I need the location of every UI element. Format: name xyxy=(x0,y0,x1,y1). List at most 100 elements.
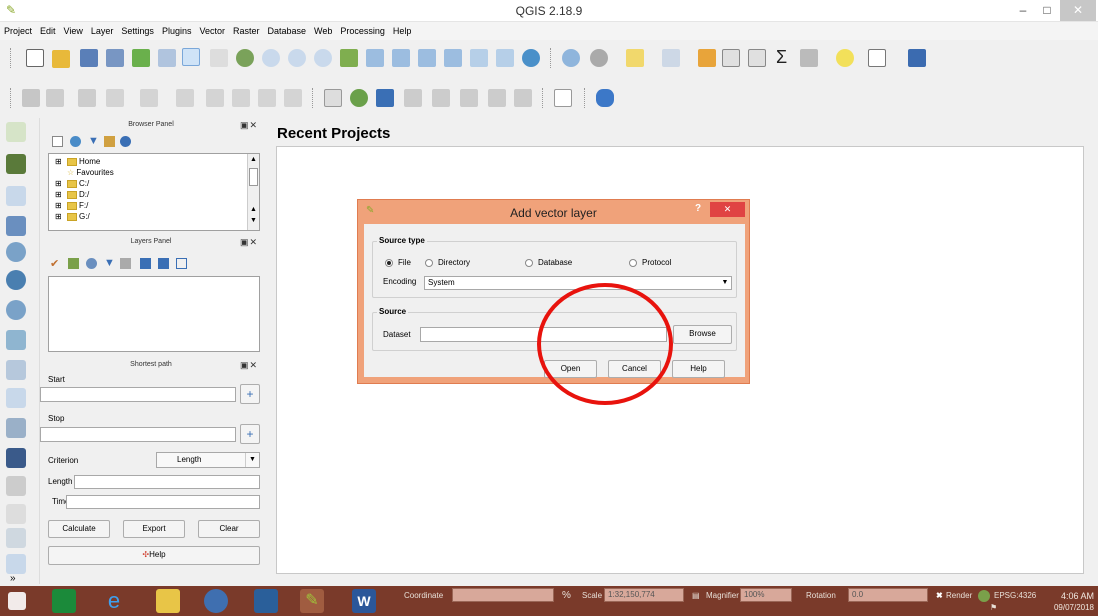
coordinate-field[interactable] xyxy=(452,588,554,602)
save-project-icon[interactable] xyxy=(80,49,98,67)
cut-features-icon[interactable] xyxy=(232,89,250,107)
capture-stop-point-button[interactable]: + xyxy=(240,424,260,444)
add-feature-icon[interactable] xyxy=(106,89,124,107)
zoom-last-icon[interactable] xyxy=(418,49,436,67)
tray-flag-icon[interactable]: ⚑ xyxy=(990,602,997,614)
tree-item-f[interactable]: ⊞ F:/ xyxy=(55,201,88,211)
help-contents-icon[interactable] xyxy=(908,49,926,67)
radio-file[interactable] xyxy=(385,259,393,267)
file-explorer-icon[interactable] xyxy=(156,589,180,613)
zoom-out-icon[interactable] xyxy=(288,49,306,67)
lock-icon[interactable]: ▤ xyxy=(692,590,700,602)
zoom-in-icon[interactable] xyxy=(262,49,280,67)
statistics-sigma-icon[interactable]: Σ xyxy=(776,47,787,67)
render-check-icon[interactable]: ✖ xyxy=(936,590,943,602)
label-toolbar-icon[interactable] xyxy=(324,89,342,107)
current-edits-icon[interactable] xyxy=(22,89,40,107)
scroll-thumb[interactable] xyxy=(249,168,258,186)
menu-layer[interactable]: Layer xyxy=(87,22,118,40)
stop-point-input[interactable] xyxy=(40,427,236,442)
minimize-button[interactable]: – xyxy=(1012,0,1034,21)
map-tips-icon[interactable] xyxy=(836,49,854,67)
refresh-icon[interactable] xyxy=(522,49,540,67)
new-print-composer-icon[interactable] xyxy=(132,49,150,67)
manage-map-themes-icon[interactable] xyxy=(86,258,97,269)
deselect-icon[interactable] xyxy=(698,49,716,67)
add-geonode-icon[interactable] xyxy=(6,504,26,524)
move-label-icon[interactable] xyxy=(460,89,478,107)
filter-legend-icon[interactable]: ▼ xyxy=(104,257,115,269)
new-temporary-layer-icon[interactable] xyxy=(6,476,26,496)
panel-float-close-icons[interactable]: ▣✕ xyxy=(240,236,258,248)
scale-select[interactable]: 1:32,150,774 xyxy=(604,588,684,602)
add-gpx-icon[interactable] xyxy=(6,528,26,548)
add-oracle-icon[interactable] xyxy=(6,418,26,438)
remove-layer-icon[interactable] xyxy=(176,258,187,269)
menu-processing[interactable]: Processing xyxy=(336,22,389,40)
panel-float-close-icons[interactable]: ▣✕ xyxy=(240,359,258,371)
add-mssql-icon[interactable] xyxy=(6,360,26,380)
python-console-icon[interactable] xyxy=(596,89,614,107)
toolbar-grip[interactable] xyxy=(312,88,315,108)
toolbar-grip[interactable] xyxy=(542,88,545,108)
show-hide-labels-icon[interactable] xyxy=(432,89,450,107)
add-delimited-text-icon[interactable] xyxy=(6,186,26,206)
attribute-table-icon[interactable] xyxy=(722,49,740,67)
clear-button[interactable]: Clear xyxy=(198,520,260,538)
toolbar-grip[interactable] xyxy=(10,88,13,108)
help-button[interactable]: ✣Help xyxy=(48,546,260,565)
filter-icon[interactable]: ▼ xyxy=(88,136,99,147)
open-project-icon[interactable] xyxy=(52,50,70,68)
tree-item-home[interactable]: ⊞ Home xyxy=(55,157,100,167)
panel-float-close-icons[interactable]: ▣✕ xyxy=(240,119,258,131)
new-shapefile-icon[interactable] xyxy=(6,388,26,408)
tree-item-d[interactable]: ⊞ D:/ xyxy=(55,190,89,200)
zoom-full-icon[interactable] xyxy=(340,49,358,67)
layer-labeling-icon[interactable] xyxy=(350,89,368,107)
select-features-icon[interactable] xyxy=(626,49,644,67)
add-wcs-icon[interactable] xyxy=(6,270,26,290)
properties-icon[interactable] xyxy=(120,136,131,147)
filter-expression-icon[interactable] xyxy=(120,258,131,269)
dialog-help-action-button[interactable]: Help xyxy=(672,360,725,378)
browser-scrollbar[interactable]: ▲ ▲ ▼ xyxy=(247,154,259,230)
capture-start-point-button[interactable]: + xyxy=(240,384,260,404)
time-output[interactable] xyxy=(66,495,260,509)
add-virtual-layer-icon[interactable] xyxy=(6,448,26,468)
radio-directory[interactable] xyxy=(425,259,433,267)
word-icon[interactable]: W xyxy=(352,589,376,613)
refresh-icon[interactable] xyxy=(70,136,81,147)
start-point-input[interactable] xyxy=(40,387,236,402)
menu-project[interactable]: Project xyxy=(0,22,36,40)
add-spatialite-icon[interactable] xyxy=(6,216,26,236)
criterion-select[interactable]: Length ▼ xyxy=(156,452,260,468)
store-icon[interactable] xyxy=(52,589,76,613)
menu-vector[interactable]: Vector xyxy=(195,22,229,40)
clock[interactable]: 4:06 AM 09/07/2018 xyxy=(1044,590,1094,614)
zoom-next-icon[interactable] xyxy=(444,49,462,67)
delete-selected-icon[interactable] xyxy=(206,89,224,107)
bookmark-icon[interactable] xyxy=(496,49,514,67)
paste-features-icon[interactable] xyxy=(284,89,302,107)
calculate-button[interactable]: Calculate xyxy=(48,520,110,538)
add-arcgis-icon[interactable] xyxy=(6,554,26,574)
radio-database[interactable] xyxy=(525,259,533,267)
magnifier-input[interactable]: 100% xyxy=(740,588,792,602)
windows-start-icon[interactable] xyxy=(8,592,26,610)
styling-icon[interactable]: ✔ xyxy=(50,257,59,270)
csw-icon[interactable] xyxy=(554,89,572,107)
close-button[interactable]: ✕ xyxy=(1060,0,1096,21)
add-raster-layer-icon[interactable] xyxy=(6,154,26,174)
zoom-to-selection-icon[interactable] xyxy=(366,49,384,67)
menu-view[interactable]: View xyxy=(60,22,87,40)
menu-raster[interactable]: Raster xyxy=(229,22,264,40)
crs-globe-icon[interactable] xyxy=(978,590,990,602)
move-feature-icon[interactable] xyxy=(140,89,158,107)
pan-map-icon[interactable] xyxy=(210,49,228,67)
collapse-all-icon[interactable] xyxy=(158,258,169,269)
new-project-icon[interactable] xyxy=(26,49,44,67)
toggle-editing-icon[interactable] xyxy=(46,89,64,107)
layers-tree[interactable] xyxy=(48,276,260,352)
measure-icon[interactable] xyxy=(800,49,818,67)
internet-explorer-icon[interactable]: e xyxy=(102,589,126,613)
